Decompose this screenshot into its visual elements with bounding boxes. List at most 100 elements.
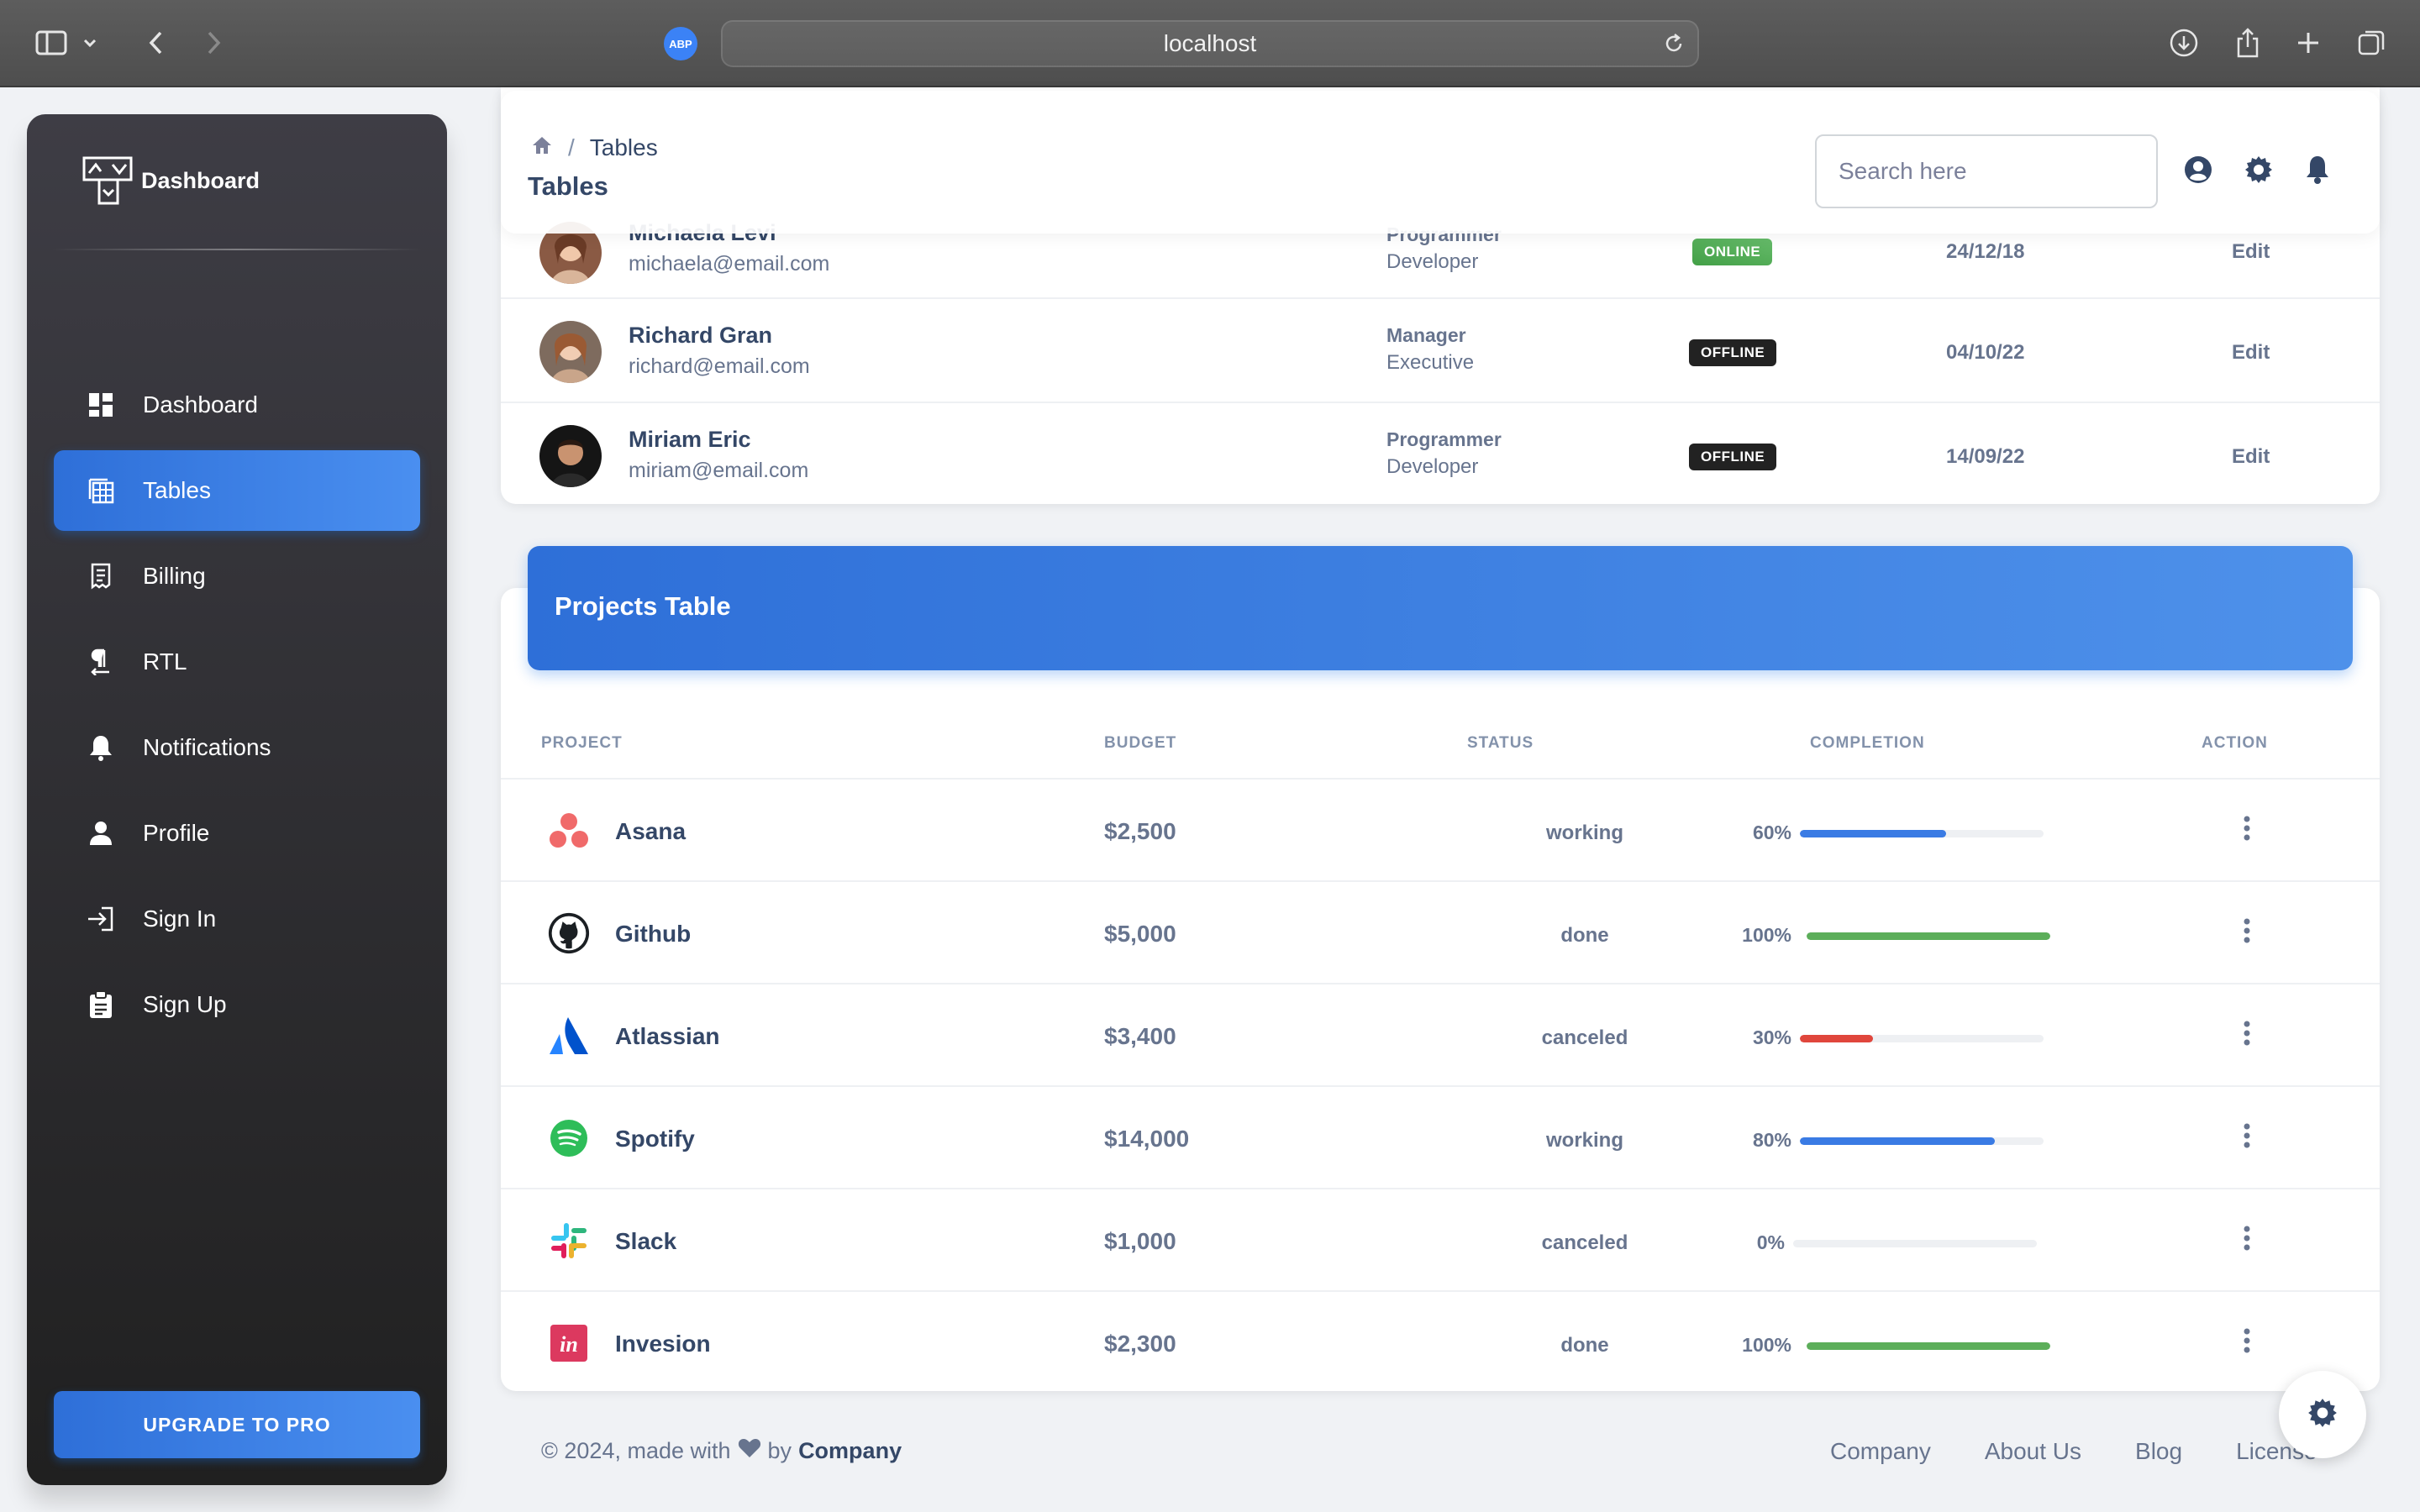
progress-bar [1793,1240,2037,1247]
receipt-icon [84,559,118,593]
author-role: Executive [1386,351,1475,374]
download-icon[interactable] [2163,22,2205,64]
project-status: canceled [1541,1231,1628,1254]
completion-percent: 60% [1752,822,1791,843]
more-options-icon[interactable] [2230,1324,2264,1357]
upgrade-to-pro-button[interactable]: UPGRADE TO PRO [54,1391,420,1458]
footer-links: Company About Us Blog License [1830,1438,2317,1465]
browser-toolbar: ABP localhost [0,0,2420,87]
search-input[interactable] [1815,134,2158,208]
svg-text:in: in [560,1332,578,1357]
project-name: Asana [615,818,687,844]
author-name: Richard Gran [629,323,773,348]
sidebar-toggle-icon[interactable] [30,22,72,64]
copyright-text: © 2024, made with [541,1438,731,1463]
edit-link[interactable]: Edit [2232,445,2270,469]
avatar [539,425,602,487]
brand-logo[interactable]: Dashboard [82,156,260,205]
top-navbar: / Tables Tables [501,91,2380,234]
chevron-down-icon[interactable] [77,22,103,64]
more-options-icon[interactable] [2230,1221,2264,1255]
sidebar-item-profile[interactable]: Profile [54,793,420,874]
edit-link[interactable]: Edit [2232,341,2270,365]
sidebar-item-tables[interactable]: Tables [54,450,420,531]
tabs-overview-icon[interactable] [2351,22,2393,64]
employed-date: 24/12/18 [1946,240,2025,263]
edit-link[interactable]: Edit [2232,240,2270,264]
sidebar-item-sign-up[interactable]: Sign Up [54,964,420,1045]
project-name: Atlassian [615,1023,720,1049]
sidebar-item-dashboard[interactable]: Dashboard [54,365,420,445]
sidebar-item-label: Sign Up [143,991,227,1017]
completion-percent: 100% [1742,1334,1791,1356]
bell-icon [84,731,118,764]
progress-bar [1800,1035,2044,1042]
forward-icon[interactable] [193,22,235,64]
account-icon[interactable] [2183,155,2213,189]
status-badge: ONLINE [1692,239,1773,265]
divider [52,249,422,250]
project-name: Spotify [615,1126,695,1152]
footer-link-company[interactable]: Company [1830,1438,1931,1465]
sidebar-item-billing[interactable]: Billing [54,536,420,617]
progress-bar [1807,932,2050,940]
reload-icon[interactable] [1662,32,1686,55]
progress-fill [1800,830,1946,837]
adblock-extension-icon[interactable]: ABP [664,27,697,60]
footer-link-blog[interactable]: Blog [2135,1438,2182,1465]
more-options-icon[interactable] [2230,1119,2264,1152]
person-icon [84,816,118,850]
more-options-icon[interactable] [2230,1016,2264,1050]
atlassian-logo-icon [548,1015,590,1057]
heart-icon [738,1438,761,1464]
breadcrumb-current: Tables [589,134,658,160]
sidebar: Dashboard Dashboard Tables Billing RTL N… [27,114,447,1485]
avatar [539,321,602,383]
configurator-button[interactable] [2279,1371,2366,1458]
projects-table-header: Projects Table [528,546,2353,670]
settings-icon[interactable] [2244,155,2274,189]
settings-gear-icon [2307,1397,2338,1433]
sidebar-item-label: Sign In [143,906,217,932]
footer-link-about-us[interactable]: About Us [1985,1438,2081,1465]
slack-logo-icon [548,1220,590,1262]
project-budget: $3,400 [1104,1023,1176,1049]
sidebar-item-sign-in[interactable]: Sign In [54,879,420,959]
table-row: Slack $1,000 canceled 0% [501,1188,2380,1290]
author-email: miriam@email.com [629,459,809,482]
author-email: michaela@email.com [629,252,830,276]
progress-fill [1800,1137,1995,1145]
table-row: Atlassian $3,400 canceled 30% [501,983,2380,1085]
sidebar-item-label: RTL [143,648,187,675]
table-row: Richard Gran richard@email.com Manager E… [501,297,2380,402]
progress-fill [1807,932,2050,940]
share-icon[interactable] [2227,22,2269,64]
asana-logo-icon [548,810,590,852]
back-icon[interactable] [134,22,176,64]
project-status: done [1560,1334,1609,1357]
notifications-bell-icon[interactable] [2304,155,2331,189]
sidebar-item-label: Notifications [143,734,271,760]
author-role: Developer [1386,250,1479,273]
sidebar-item-notifications[interactable]: Notifications [54,707,420,788]
sidebar-item-rtl[interactable]: RTL [54,622,420,702]
login-icon [84,902,118,936]
progress-fill [1800,1035,1873,1042]
page-title: Tables [528,171,608,201]
company-link[interactable]: Company [798,1438,902,1464]
address-bar[interactable]: localhost [721,20,1699,67]
project-name: Github [615,921,692,947]
column-header-project: PROJECT [541,734,623,752]
home-icon[interactable] [531,134,553,161]
author-function: Manager [1386,324,1466,346]
more-options-icon[interactable] [2230,811,2264,845]
more-options-icon[interactable] [2230,914,2264,948]
new-tab-icon[interactable] [2287,22,2329,64]
project-budget: $2,500 [1104,818,1176,844]
status-badge: OFFLINE [1689,339,1777,366]
column-header-action: ACTION [2202,734,2268,752]
table-row: Github $5,000 done 100% [501,880,2380,983]
author-role: Developer [1386,455,1479,478]
dashboard-icon [84,388,118,422]
column-header-status: STATUS [1467,734,1534,752]
